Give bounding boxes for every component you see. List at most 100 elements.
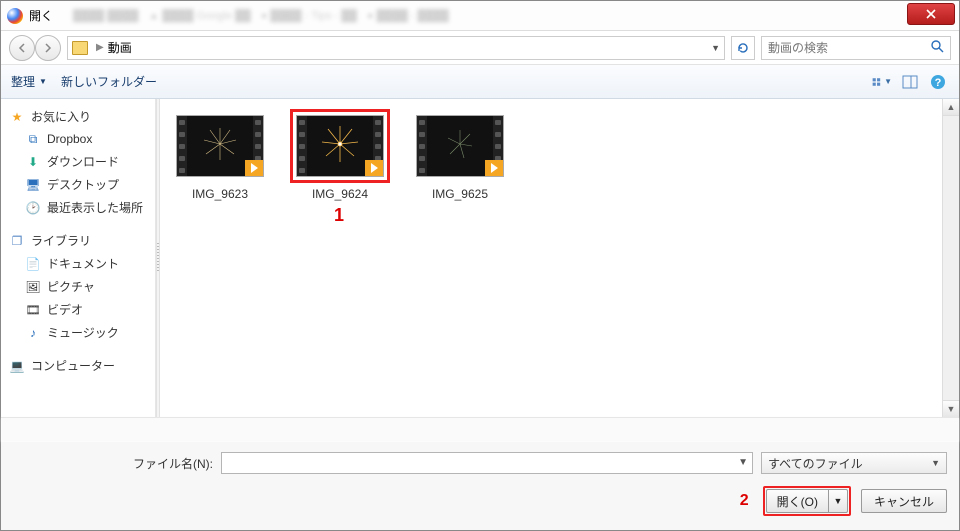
search-input[interactable]: 動画の検索 bbox=[761, 36, 951, 60]
play-icon bbox=[245, 160, 263, 176]
sidebar-item-label: ミュージック bbox=[47, 324, 119, 341]
file-thumbnail bbox=[176, 115, 264, 177]
refresh-icon bbox=[736, 41, 750, 55]
sidebar-item-label: Dropbox bbox=[47, 132, 92, 146]
sidebar-item-label: デスクトップ bbox=[47, 176, 119, 193]
sidebar-item-label: 最近表示した場所 bbox=[47, 199, 143, 216]
sidebar-computer-header[interactable]: 💻 コンピューター bbox=[1, 354, 155, 377]
status-strip bbox=[1, 418, 959, 442]
file-item[interactable]: IMG_9625 bbox=[410, 109, 510, 201]
file-list[interactable]: IMG_9623 IMG_9624 1 bbox=[160, 99, 942, 417]
desktop-icon: 🖥 bbox=[25, 177, 41, 193]
cancel-button[interactable]: キャンセル bbox=[861, 489, 947, 513]
file-thumbnail bbox=[416, 115, 504, 177]
view-icon bbox=[872, 75, 882, 89]
window-title: 開く bbox=[29, 7, 53, 24]
video-icon: 🎞 bbox=[25, 302, 41, 318]
titlebar: 開く ████ ████ ▲ ████ Google ██ ● ████ - T… bbox=[1, 1, 959, 31]
cancel-button-label: キャンセル bbox=[874, 493, 934, 510]
new-folder-label: 新しいフォルダー bbox=[61, 73, 157, 90]
vertical-scrollbar[interactable]: ▲ ▼ bbox=[942, 99, 959, 417]
preview-pane-button[interactable] bbox=[899, 72, 921, 92]
open-button-label: 開く(O) bbox=[767, 490, 829, 512]
organize-label: 整理 bbox=[11, 73, 35, 90]
address-dropdown-icon[interactable]: ▼ bbox=[711, 43, 720, 53]
help-icon: ? bbox=[930, 74, 946, 90]
computer-icon: 💻 bbox=[9, 358, 25, 374]
chevron-down-icon: ▼ bbox=[884, 77, 892, 86]
folder-icon bbox=[72, 41, 88, 55]
star-icon: ★ bbox=[9, 109, 25, 125]
nav-row: ▶ 動画 ▼ 動画の検索 bbox=[1, 31, 959, 65]
sidebar: ★ お気に入り ⧉ Dropbox ⬇ ダウンロード 🖥 デスクトップ 🕑 最近表示した… bbox=[1, 99, 156, 417]
sidebar-group-label: ライブラリ bbox=[31, 232, 91, 249]
forward-button[interactable] bbox=[35, 35, 61, 61]
sidebar-libraries-header[interactable]: ❐ ライブラリ bbox=[1, 229, 155, 252]
chevron-down-icon: ▼ bbox=[931, 458, 940, 468]
chevron-down-icon[interactable]: ▼ bbox=[829, 496, 847, 506]
filename-label: ファイル名(N): bbox=[13, 455, 213, 472]
scroll-down-icon[interactable]: ▼ bbox=[943, 400, 959, 417]
dropbox-icon: ⧉ bbox=[25, 131, 41, 147]
back-button[interactable] bbox=[9, 35, 35, 61]
library-icon: ❐ bbox=[9, 233, 25, 249]
open-file-dialog: 開く ████ ████ ▲ ████ Google ██ ● ████ - T… bbox=[0, 0, 960, 531]
app-icon bbox=[7, 8, 23, 24]
downloads-icon: ⬇ bbox=[25, 154, 41, 170]
file-type-filter[interactable]: すべてのファイル ▼ bbox=[761, 452, 947, 474]
pane-icon bbox=[902, 75, 918, 89]
sidebar-item-label: ダウンロード bbox=[47, 153, 119, 170]
picture-icon: 🖼 bbox=[25, 279, 41, 295]
search-icon bbox=[930, 39, 944, 56]
sidebar-group-label: コンピューター bbox=[31, 357, 115, 374]
recent-icon: 🕑 bbox=[25, 200, 41, 216]
open-button-highlight: 開く(O) ▼ bbox=[763, 486, 851, 516]
address-bar[interactable]: ▶ 動画 ▼ bbox=[67, 36, 725, 60]
sidebar-item-documents[interactable]: 📄 ドキュメント bbox=[1, 252, 155, 275]
address-folder: 動画 bbox=[108, 39, 132, 56]
sidebar-item-dropbox[interactable]: ⧉ Dropbox bbox=[1, 128, 155, 150]
sidebar-item-pictures[interactable]: 🖼ピクチャ bbox=[1, 275, 155, 298]
filename-input[interactable]: ▼ bbox=[221, 452, 753, 474]
file-item[interactable]: IMG_9623 bbox=[170, 109, 270, 201]
scroll-up-icon[interactable]: ▲ bbox=[943, 99, 959, 116]
help-button[interactable]: ? bbox=[927, 72, 949, 92]
organize-menu[interactable]: 整理 ▼ bbox=[11, 73, 47, 90]
sidebar-item-videos[interactable]: 🎞 ビデオ bbox=[1, 298, 155, 321]
sidebar-item-label: ビデオ bbox=[47, 301, 83, 318]
footer: ファイル名(N): ▼ すべてのファイル ▼ 2 開く(O) ▼ キャンセル bbox=[1, 442, 959, 530]
open-button[interactable]: 開く(O) ▼ bbox=[766, 489, 848, 513]
sidebar-group-label: お気に入り bbox=[31, 108, 91, 125]
body: ★ お気に入り ⧉ Dropbox ⬇ ダウンロード 🖥 デスクトップ 🕑 最近表示した… bbox=[1, 99, 959, 418]
filter-label: すべてのファイル bbox=[768, 455, 863, 472]
close-button[interactable] bbox=[907, 3, 955, 25]
sidebar-item-desktop[interactable]: 🖥 デスクトップ bbox=[1, 173, 155, 196]
sidebar-item-music[interactable]: ♪ ミュージック bbox=[1, 321, 155, 344]
music-icon: ♪ bbox=[25, 325, 41, 341]
search-placeholder: 動画の検索 bbox=[768, 39, 828, 56]
view-options-button[interactable]: ▼ bbox=[871, 72, 893, 92]
svg-text:?: ? bbox=[935, 77, 942, 89]
file-name: IMG_9624 bbox=[312, 187, 368, 201]
chevron-down-icon: ▼ bbox=[39, 77, 47, 86]
sidebar-item-downloads[interactable]: ⬇ ダウンロード bbox=[1, 150, 155, 173]
toolbar: 整理 ▼ 新しいフォルダー ▼ ? bbox=[1, 65, 959, 99]
arrow-left-icon bbox=[17, 43, 27, 53]
sidebar-item-recent[interactable]: 🕑 最近表示した場所 bbox=[1, 196, 155, 219]
refresh-button[interactable] bbox=[731, 36, 755, 60]
sidebar-favorites-header[interactable]: ★ お気に入り bbox=[1, 105, 155, 128]
arrow-right-icon bbox=[43, 43, 53, 53]
file-name: IMG_9623 bbox=[192, 187, 248, 201]
close-icon bbox=[926, 9, 936, 19]
sidebar-item-label: ドキュメント bbox=[47, 255, 119, 272]
new-folder-button[interactable]: 新しいフォルダー bbox=[61, 73, 157, 90]
chevron-down-icon[interactable]: ▼ bbox=[738, 457, 748, 468]
file-thumbnail bbox=[296, 115, 384, 177]
play-icon bbox=[365, 160, 383, 176]
file-item-selected[interactable]: IMG_9624 1 bbox=[290, 109, 390, 201]
annotation-2: 2 bbox=[740, 492, 749, 510]
document-icon: 📄 bbox=[25, 256, 41, 272]
annotation-1: 1 bbox=[334, 205, 344, 226]
background-tabs: ████ ████ ▲ ████ Google ██ ● ████ - Tips… bbox=[73, 10, 449, 22]
file-name: IMG_9625 bbox=[432, 187, 488, 201]
